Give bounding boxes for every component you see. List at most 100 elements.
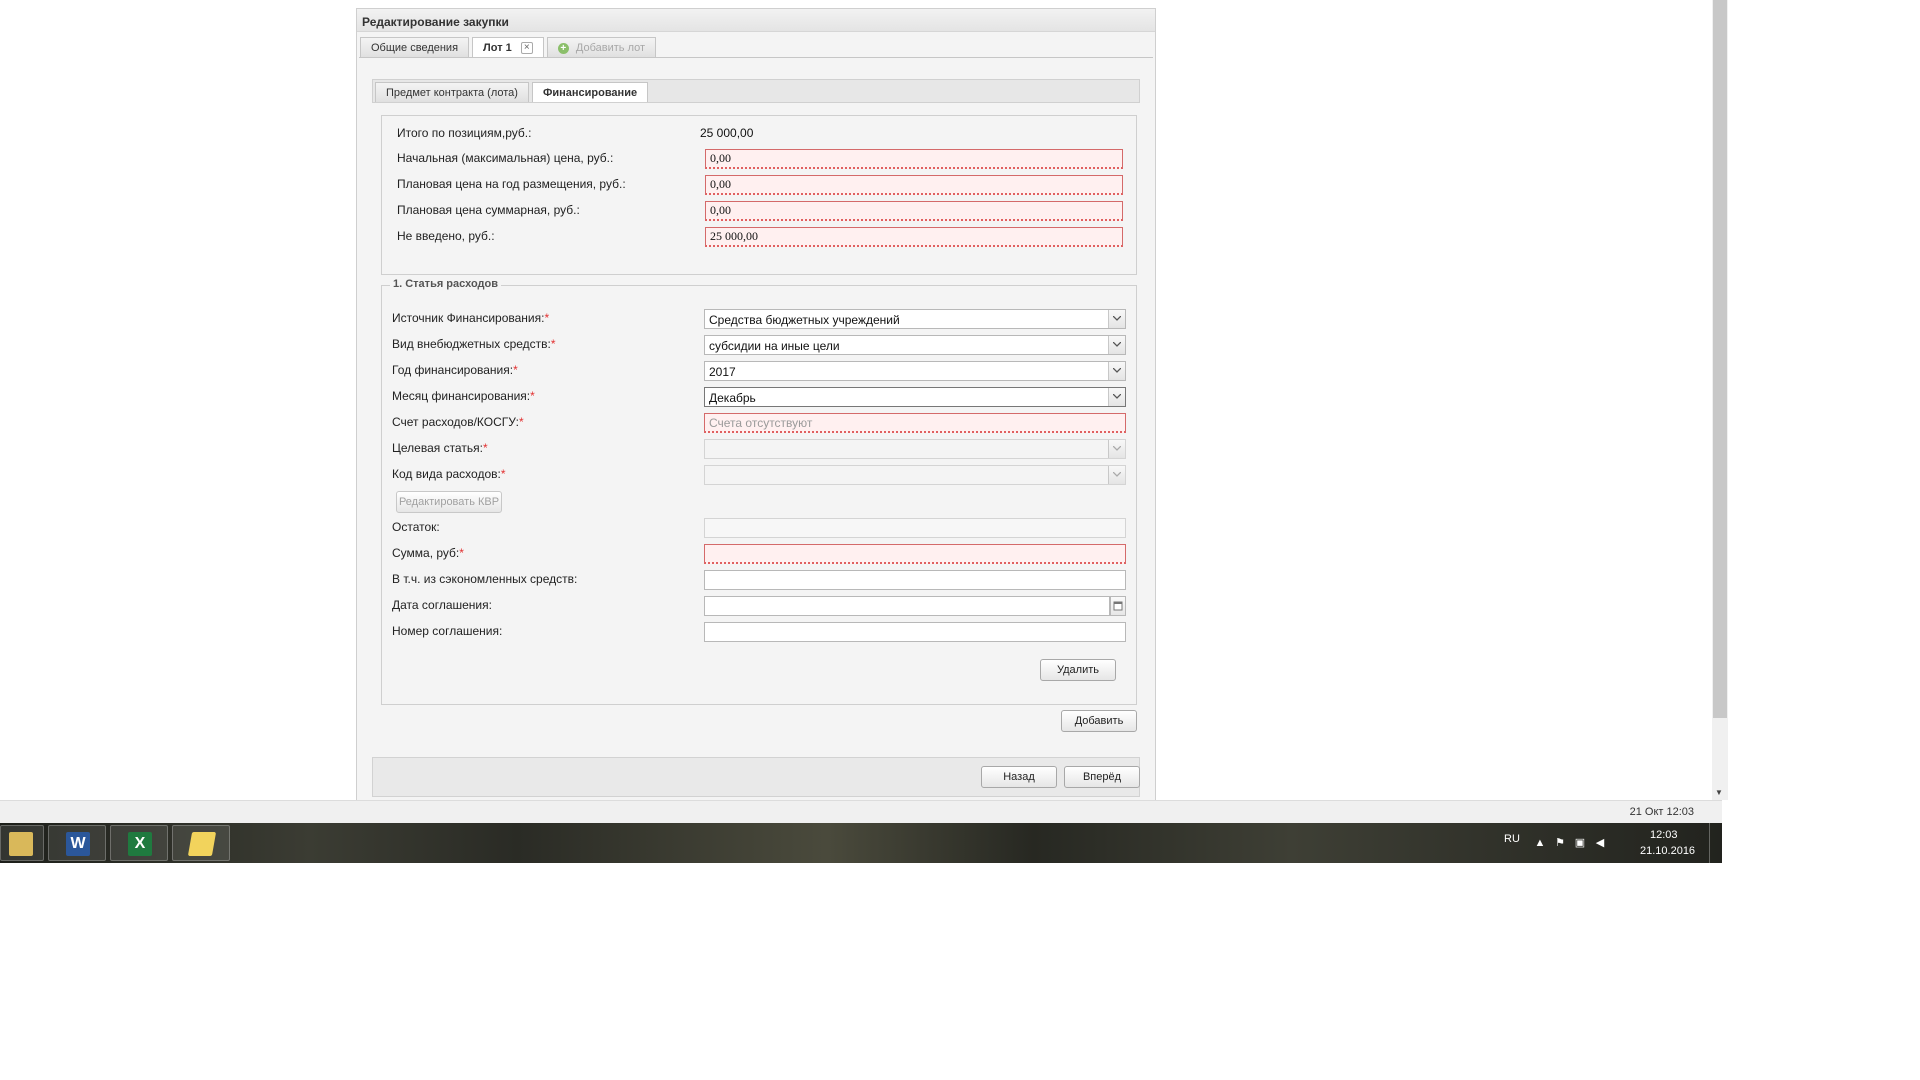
not-entered-input[interactable]: [705, 227, 1123, 247]
sum-input[interactable]: [704, 544, 1126, 564]
show-hidden-icon[interactable]: ▲: [1534, 837, 1546, 849]
taskbar-folder[interactable]: [172, 825, 230, 861]
chevron-down-icon[interactable]: [1108, 362, 1125, 380]
taskbar: W X RU ▲ ⚑ ▣ ◀ 12:03 21.10.2016: [0, 823, 1722, 863]
label-text: Месяц финансирования:: [392, 389, 531, 403]
tab-label: Добавить лот: [575, 42, 646, 54]
required-mark: *: [482, 441, 488, 455]
chevron-down-icon[interactable]: [1108, 440, 1125, 458]
source-label: Источник Финансирования:*: [392, 311, 549, 325]
select-value: Декабрь: [709, 391, 756, 405]
plan-year-price-input[interactable]: [705, 175, 1123, 195]
balance-input[interactable]: [704, 518, 1126, 538]
summary-section: Итого по позициям,руб.: 25 000,00 Началь…: [381, 115, 1137, 275]
label-text: Целевая статья:: [392, 441, 483, 455]
tray-time[interactable]: 12:03: [1650, 829, 1678, 841]
close-icon[interactable]: ×: [520, 42, 533, 55]
year-label: Год финансирования:*: [392, 363, 518, 377]
scroll-down-icon[interactable]: ▼: [1715, 788, 1723, 798]
tab-lot-1[interactable]: Лот 1 ×: [472, 37, 544, 57]
delete-button[interactable]: Удалить: [1040, 659, 1116, 681]
chevron-down-icon[interactable]: [1108, 310, 1125, 328]
required-mark: *: [500, 467, 506, 481]
system-tray: RU ▲ ⚑ ▣ ◀ 12:03 21.10.2016: [1500, 823, 1712, 863]
navigation-bar: Назад Вперёд: [372, 757, 1140, 797]
account-input[interactable]: [704, 413, 1126, 433]
label-text: Код вида расходов:: [392, 467, 501, 481]
folder-icon: [187, 832, 217, 856]
agreement-date-label: Дата соглашения:: [392, 598, 492, 612]
dialog-header: Редактирование закупки: [357, 9, 1155, 32]
status-strip: 21 Окт 12:03: [0, 800, 1722, 824]
required-mark: *: [544, 311, 550, 325]
chevron-down-icon[interactable]: [1108, 336, 1125, 354]
extra-type-label: Вид внебюджетных средств:*: [392, 337, 556, 351]
tray-date[interactable]: 21.10.2016: [1640, 845, 1695, 857]
saved-funds-label: В т.ч. из сэкономленных средств:: [392, 572, 578, 586]
edit-purchase-dialog: Редактирование закупки Общие сведения Ло…: [356, 8, 1156, 801]
agreement-number-input[interactable]: [704, 622, 1126, 642]
sum-label: Сумма, руб:*: [392, 546, 464, 560]
explorer-icon: [9, 832, 33, 856]
initial-price-input[interactable]: [705, 149, 1123, 169]
agreement-date-input[interactable]: [704, 596, 1110, 616]
label-text: Сумма, руб:: [392, 546, 460, 560]
balance-label: Остаток:: [392, 520, 440, 534]
tab-label: Предмет контракта (лота): [386, 87, 518, 99]
select-value: 2017: [709, 365, 736, 379]
plan-total-price-input[interactable]: [705, 201, 1123, 221]
vertical-scrollbar[interactable]: ▼: [1712, 0, 1728, 800]
tab-financing[interactable]: Финансирование: [531, 82, 649, 102]
select-value: субсидии на иные цели: [709, 339, 840, 353]
outer-tabbar: Общие сведения Лот 1 × + Добавить лот: [360, 37, 659, 57]
source-select[interactable]: Средства бюджетных учреждений: [704, 309, 1126, 329]
account-label: Счет расходов/КОСГУ:*: [392, 415, 524, 429]
expense-legend: 1. Статья расходов: [390, 278, 501, 290]
saved-funds-input[interactable]: [704, 570, 1126, 590]
total-value: 25 000,00: [700, 126, 754, 140]
month-select[interactable]: Декабрь: [704, 387, 1126, 407]
show-desktop-button[interactable]: [1709, 823, 1722, 863]
year-select[interactable]: 2017: [704, 361, 1126, 381]
tab-divider: [359, 57, 1153, 58]
chevron-down-icon[interactable]: [1108, 388, 1125, 406]
tab-general-info[interactable]: Общие сведения: [360, 37, 470, 57]
browser-page: Редактирование закупки Общие сведения Ло…: [0, 0, 1728, 801]
tab-label: Общие сведения: [371, 42, 459, 54]
extra-type-select[interactable]: субсидии на иные цели: [704, 335, 1126, 355]
tab-contract-subject[interactable]: Предмет контракта (лота): [375, 82, 529, 102]
expense-code-select[interactable]: [704, 465, 1126, 485]
required-mark: *: [513, 363, 518, 377]
label-text: Год финансирования:: [392, 363, 514, 377]
calendar-icon[interactable]: [1110, 596, 1126, 616]
network-icon[interactable]: ▣: [1574, 837, 1586, 849]
agreement-number-label: Номер соглашения:: [392, 624, 503, 638]
scrollbar-thumb[interactable]: [1713, 0, 1727, 718]
add-button[interactable]: Добавить: [1061, 710, 1137, 732]
dialog-title: Редактирование закупки: [362, 15, 509, 29]
language-indicator[interactable]: RU: [1504, 833, 1520, 845]
initial-price-label: Начальная (максимальная) цена, руб.:: [397, 151, 614, 165]
target-article-select[interactable]: [704, 439, 1126, 459]
back-button[interactable]: Назад: [981, 766, 1057, 788]
expense-code-label: Код вида расходов:*: [392, 467, 506, 481]
label-text: Источник Финансирования:: [392, 311, 545, 325]
status-datetime: 21 Окт 12:03: [1629, 806, 1694, 818]
action-center-icon[interactable]: ⚑: [1554, 837, 1566, 849]
edit-kvr-button[interactable]: Редактировать КВР: [396, 491, 502, 513]
forward-button[interactable]: Вперёд: [1064, 766, 1140, 788]
taskbar-excel[interactable]: X: [110, 825, 168, 861]
inner-tabs: Предмет контракта (лота) Финансирование: [375, 82, 651, 102]
label-text: Вид внебюджетных средств:: [392, 337, 551, 351]
target-article-label: Целевая статья:*: [392, 441, 488, 455]
taskbar-word[interactable]: W: [48, 825, 106, 861]
word-icon: W: [66, 832, 90, 856]
tab-add-lot[interactable]: + Добавить лот: [546, 37, 657, 57]
tray-icons: ▲ ⚑ ▣ ◀: [1534, 837, 1606, 849]
volume-icon[interactable]: ◀: [1594, 837, 1606, 849]
expense-item-section: 1. Статья расходов Источник Финансирован…: [381, 278, 1137, 705]
label-text: Счет расходов/КОСГУ:: [392, 415, 519, 429]
chevron-down-icon[interactable]: [1108, 466, 1125, 484]
plan-year-price-label: Плановая цена на год размещения, руб.:: [397, 177, 626, 191]
taskbar-explorer[interactable]: [0, 825, 44, 861]
